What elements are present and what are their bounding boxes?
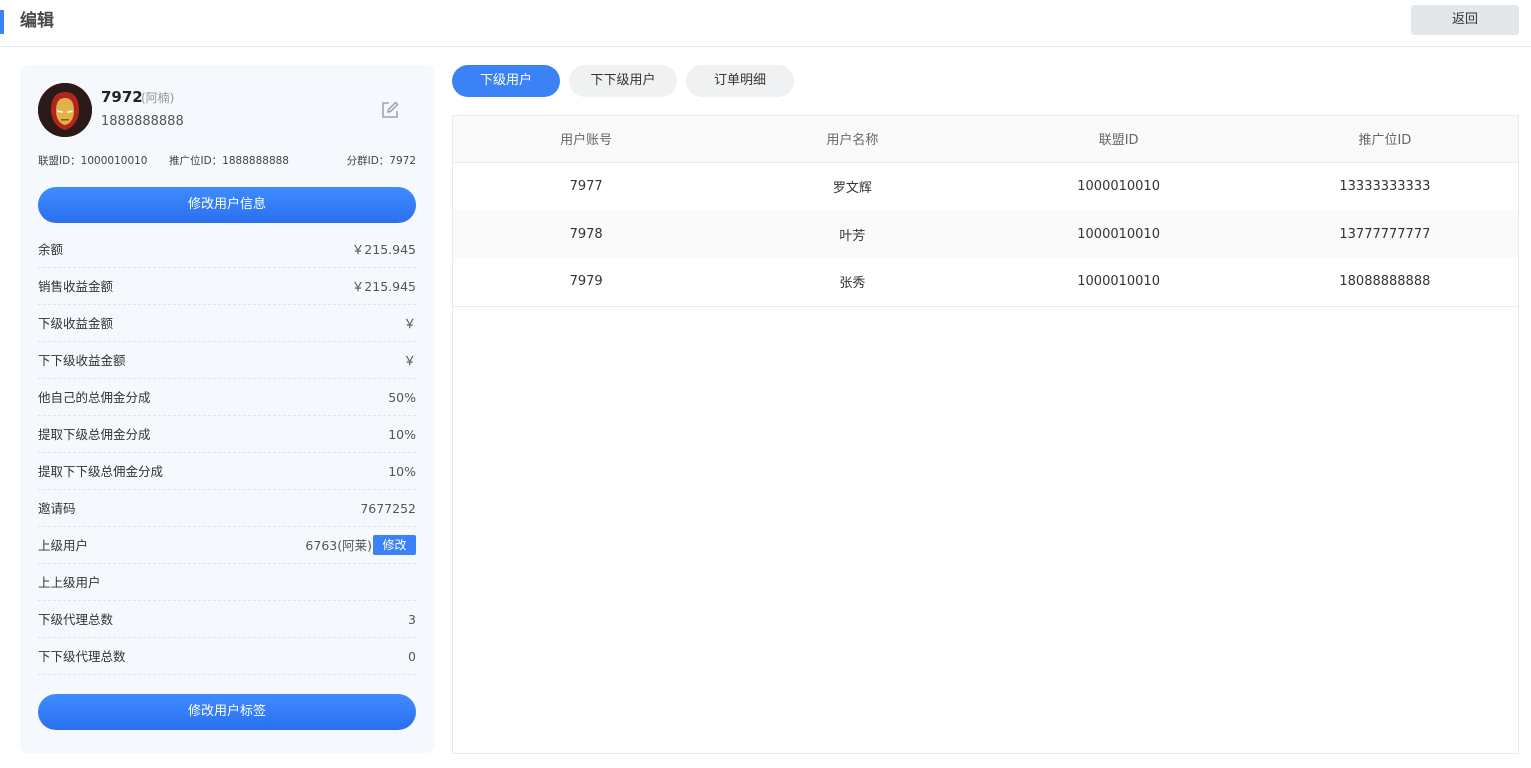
edit-user-info-button[interactable]: 修改用户信息 [38,187,416,223]
user-nickname: (阿楠) [141,91,175,105]
table-cell: 13777777777 [1339,226,1431,242]
table-cell: 7978 [569,226,603,242]
stat-value: 3 [408,612,416,627]
user-profile-card: 7972 (阿楠) 1888888888 联盟ID：1000010010 推广位… [20,65,434,753]
title-accent-bar [0,10,4,34]
stats-list: 余额 ￥215.945 销售收益金额 ￥215.945 下级收益金额 ￥ 下下级收益金额 ￥ 他… [38,231,416,675]
stat-value: 10% [388,427,416,442]
table-row[interactable]: 7979 张秀 1000010010 18088888888 [453,258,1518,307]
edit-user-tags-button[interactable]: 修改用户标签 [38,694,416,730]
top-bar: 编辑 返回 [0,0,1531,47]
column-header: 联盟ID [985,116,1252,163]
table-cell: 13333333333 [1339,178,1431,194]
iron-man-avatar-icon [38,83,92,137]
stat-row: 下级收益金额 ￥ [38,305,416,342]
stat-row: 下下级收益金额 ￥ [38,342,416,379]
stat-value: 10% [388,464,416,479]
table-cell: 1000010010 [1077,226,1160,242]
stat-row: 下下级代理总数 0 [38,638,416,675]
stat-row: 下级代理总数 3 [38,601,416,638]
stat-label: 上级用户 [38,538,89,553]
table-cell: 7979 [453,258,720,307]
stat-value: 0 [408,649,416,664]
user-table-container: 用户账号 用户名称 联盟ID 推广位ID 7977 罗文辉 1000010010 13333… [452,115,1519,754]
column-header: 推广位ID [1251,116,1518,163]
stat-value: 50% [388,390,416,405]
table-row[interactable]: 7978 叶芳 1000010010 13777777777 [453,210,1518,258]
stat-row: 提取下级总佣金分成 10% [38,416,416,453]
stat-row: 上级用户 6763(阿莱) 修改 [38,527,416,564]
tab-order-details[interactable]: 订单明细 [686,65,794,97]
column-header: 用户账号 [453,116,720,163]
stat-label: 下级收益金额 [38,316,114,331]
table-row[interactable]: 7977 罗文辉 1000010010 13333333333 [453,162,1518,210]
stat-value: ￥215.945 [351,279,416,294]
back-button[interactable]: 返回 [1411,5,1519,35]
promo-id: 推广位ID：1888888888 [169,155,289,167]
stat-value: ￥ [403,353,416,368]
stat-row: 他自己的总佣金分成 50% [38,379,416,416]
table-header-row: 用户账号 用户名称 联盟ID 推广位ID [453,116,1518,163]
stat-label: 余额 [38,242,64,257]
stat-row: 余额 ￥215.945 [38,231,416,268]
stat-label: 销售收益金额 [38,279,114,294]
table-cell: 18088888888 [1251,258,1518,307]
tab-sub-sub-users[interactable]: 下下级用户 [569,65,677,97]
user-phone: 1888888888 [101,114,184,129]
stat-value: 6763(阿莱) [305,538,372,553]
table-cell: 罗文辉 [832,180,872,196]
stat-row: 邀请码 7677252 [38,490,416,527]
id-info-line: 联盟ID：1000010010 推广位ID：1888888888 分群ID：79… [38,153,416,169]
stat-row: 上上级用户 [38,564,416,601]
stat-label: 提取下下级总佣金分成 [38,464,164,479]
column-header: 用户名称 [719,116,986,163]
page-title: 编辑 [20,11,54,31]
group-id: 分群ID：7972 [346,155,416,167]
table-cell: 7977 [569,178,603,194]
tab-sub-users[interactable]: 下级用户 [452,65,560,97]
edit-icon[interactable] [380,100,400,120]
stat-value: ￥215.945 [351,242,416,257]
avatar [38,83,92,137]
stat-label: 提取下级总佣金分成 [38,427,151,442]
stat-label: 下级代理总数 [38,612,114,627]
sub-users-table: 用户账号 用户名称 联盟ID 推广位ID 7977 罗文辉 1000010010 13333… [453,116,1518,307]
stat-label: 下下级收益金额 [38,353,126,368]
stat-row: 销售收益金额 ￥215.945 [38,268,416,305]
stat-label: 他自己的总佣金分成 [38,390,151,405]
user-id: 7972 [101,88,143,106]
stat-label: 上上级用户 [38,575,101,590]
stat-label: 下下级代理总数 [38,649,126,664]
table-body: 7977 罗文辉 1000010010 13333333333 7978 叶芳 100001… [453,162,1518,307]
stat-label: 邀请码 [38,501,76,516]
stat-row: 提取下下级总佣金分成 10% [38,453,416,490]
modify-parent-button[interactable]: 修改 [373,535,416,555]
stat-value: 7677252 [360,501,416,516]
alliance-id: 联盟ID：1000010010 [38,155,148,167]
table-cell: 叶芳 [839,228,866,244]
table-cell: 1000010010 [1077,178,1160,194]
stat-value: ￥ [403,316,416,331]
table-cell: 张秀 [719,258,986,307]
table-cell: 1000010010 [985,258,1252,307]
